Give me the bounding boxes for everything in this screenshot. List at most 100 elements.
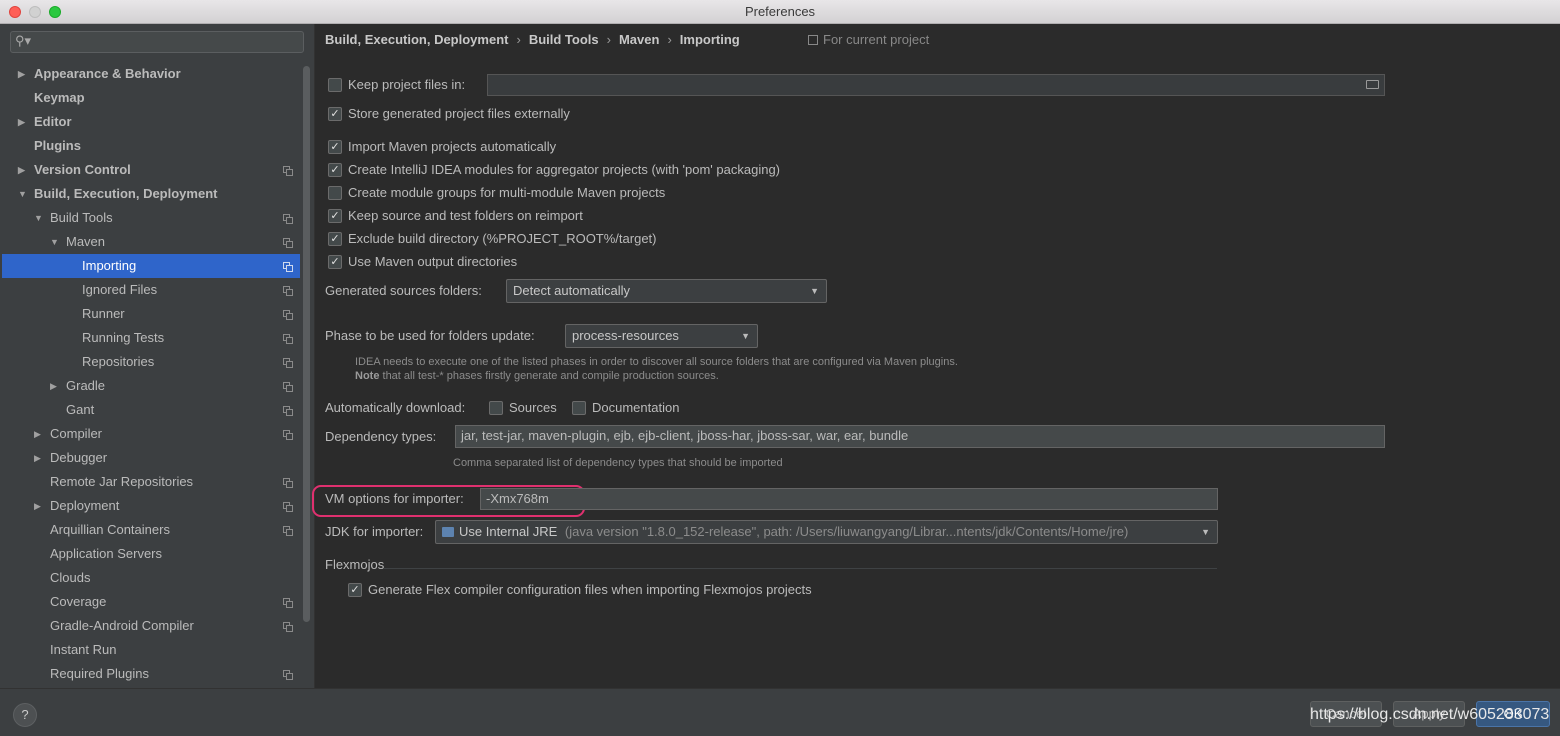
watermark-text: https://blog.csdn.net/w605283073 bbox=[1310, 706, 1550, 723]
project-scope-icon bbox=[283, 310, 293, 320]
exclude-build-dir-checkbox[interactable]: ✓ bbox=[328, 232, 342, 246]
sidebar-item[interactable]: ▼ Maven bbox=[0, 230, 300, 254]
collapse-arrow-icon[interactable]: ▶ bbox=[18, 62, 25, 86]
collapse-arrow-icon[interactable]: ▶ bbox=[34, 494, 41, 518]
chevron-down-icon: ▼ bbox=[810, 286, 819, 296]
vm-options-field[interactable]: -Xmx768m bbox=[480, 488, 1218, 510]
project-scope-icon bbox=[283, 166, 293, 176]
settings-search-input[interactable]: ⚲▾ bbox=[10, 31, 304, 53]
settings-tree: ▶ Appearance & Behavior Keymap ▶ Editor Plugi… bbox=[0, 62, 300, 686]
keep-project-files-checkbox[interactable] bbox=[328, 78, 342, 92]
vm-options-label: VM options for importer: bbox=[325, 491, 464, 506]
section-divider bbox=[383, 568, 1217, 569]
collapse-arrow-icon[interactable]: ▶ bbox=[34, 446, 41, 470]
sidebar-item[interactable]: Gant bbox=[0, 398, 300, 422]
folder-icon[interactable] bbox=[1366, 80, 1379, 89]
sidebar-item-label: Deployment bbox=[50, 498, 120, 513]
sidebar-item[interactable]: ▶ Gradle bbox=[0, 374, 300, 398]
sidebar-item[interactable]: Instant Run bbox=[0, 638, 300, 662]
sidebar-item[interactable]: Clouds bbox=[0, 566, 300, 590]
sidebar-item[interactable]: Gradle-Android Compiler bbox=[0, 614, 300, 638]
sidebar-item[interactable]: ▶ Editor bbox=[0, 110, 300, 134]
download-sources-checkbox[interactable] bbox=[489, 401, 503, 415]
help-button[interactable]: ? bbox=[13, 703, 37, 727]
sidebar-item[interactable]: ▼ Build, Execution, Deployment bbox=[0, 182, 300, 206]
collapse-arrow-icon[interactable]: ▶ bbox=[50, 374, 57, 398]
sidebar-item[interactable]: Application Servers bbox=[0, 542, 300, 566]
sidebar-item-label: Appearance & Behavior bbox=[34, 66, 181, 81]
minimize-window-button[interactable] bbox=[29, 6, 41, 18]
keep-source-folders-checkbox[interactable]: ✓ bbox=[328, 209, 342, 223]
project-scope-icon bbox=[283, 622, 293, 632]
generate-flex-config-checkbox[interactable]: ✓ bbox=[348, 583, 362, 597]
sidebar-item[interactable]: Repositories bbox=[0, 350, 300, 374]
collapse-arrow-icon[interactable]: ▶ bbox=[18, 110, 25, 134]
breadcrumb-item: Build, Execution, Deployment bbox=[325, 32, 509, 47]
chevron-right-icon: › bbox=[667, 32, 672, 47]
import-automatically-checkbox[interactable]: ✓ bbox=[328, 140, 342, 154]
generated-sources-dropdown[interactable]: Detect automatically ▼ bbox=[506, 279, 827, 303]
sidebar-item[interactable]: Remote Jar Repositories bbox=[0, 470, 300, 494]
keep-project-files-path-field[interactable] bbox=[487, 74, 1385, 96]
project-scope-icon bbox=[283, 286, 293, 296]
sidebar-scrollbar[interactable] bbox=[303, 66, 310, 622]
sidebar-item[interactable]: ▼ Build Tools bbox=[0, 206, 300, 230]
project-scope-icon bbox=[283, 406, 293, 416]
sidebar-item[interactable]: ▶ Compiler bbox=[0, 422, 300, 446]
download-documentation-checkbox[interactable] bbox=[572, 401, 586, 415]
sidebar-item-label: Build, Execution, Deployment bbox=[34, 186, 218, 201]
sidebar-item-label: Required Plugins bbox=[50, 666, 150, 681]
sidebar-item[interactable]: Ignored Files bbox=[0, 278, 300, 302]
sidebar-item-label: Ignored Files bbox=[82, 282, 158, 297]
sidebar-item-label: Build Tools bbox=[50, 210, 113, 225]
sidebar-item[interactable]: Coverage bbox=[0, 590, 300, 614]
expand-arrow-icon[interactable]: ▼ bbox=[50, 230, 59, 254]
expand-arrow-icon[interactable]: ▼ bbox=[18, 182, 27, 206]
keep-source-folders-label: Keep source and test folders on reimport bbox=[348, 208, 583, 223]
breadcrumb: Build, Execution, Deployment › Build Tools… bbox=[325, 32, 740, 47]
collapse-arrow-icon[interactable]: ▶ bbox=[34, 422, 41, 446]
dependency-types-field[interactable]: jar, test-jar, maven-plugin, ejb, ejb-cl… bbox=[455, 425, 1385, 448]
phase-dropdown[interactable]: process-resources ▼ bbox=[565, 324, 758, 348]
sidebar-item[interactable]: Running Tests bbox=[0, 326, 300, 350]
create-modules-label: Create IntelliJ IDEA modules for aggrega… bbox=[348, 162, 781, 177]
chevron-right-icon: › bbox=[516, 32, 521, 47]
use-output-dirs-label: Use Maven output directories bbox=[348, 254, 518, 269]
sidebar-item[interactable]: ▶ Appearance & Behavior bbox=[0, 62, 300, 86]
close-window-button[interactable] bbox=[9, 6, 21, 18]
store-generated-checkbox[interactable]: ✓ bbox=[328, 107, 342, 121]
phase-note: Note that all test-* phases firstly gene… bbox=[355, 370, 719, 382]
dialog-footer: ? Cancel Apply OK https://blog.csdn.net/… bbox=[0, 688, 1560, 736]
sidebar-item[interactable]: Importing bbox=[2, 254, 300, 278]
jdk-label: JDK for importer: bbox=[325, 524, 424, 539]
sidebar-item[interactable]: Required Plugins bbox=[0, 662, 300, 686]
zoom-window-button[interactable] bbox=[49, 6, 61, 18]
project-scope-icon bbox=[283, 334, 293, 344]
use-output-dirs-checkbox[interactable]: ✓ bbox=[328, 255, 342, 269]
expand-arrow-icon[interactable]: ▼ bbox=[34, 206, 43, 230]
sidebar-item-label: Application Servers bbox=[50, 546, 162, 561]
sidebar-item-label: Coverage bbox=[50, 594, 107, 609]
sidebar-item-label: Keymap bbox=[34, 90, 85, 105]
settings-panel: Build, Execution, Deployment › Build Tools… bbox=[312, 24, 1560, 688]
create-module-groups-checkbox[interactable] bbox=[328, 186, 342, 200]
jdk-dropdown[interactable]: Use Internal JRE (java version "1.8.0_15… bbox=[435, 520, 1218, 544]
download-sources-label: Sources bbox=[509, 400, 557, 415]
sidebar-item-label: Maven bbox=[66, 234, 106, 249]
chevron-down-icon: ▼ bbox=[741, 331, 750, 341]
store-generated-label: Store generated project files externally bbox=[348, 106, 570, 121]
sidebar-item[interactable]: ▶ Debugger bbox=[0, 446, 300, 470]
create-modules-checkbox[interactable]: ✓ bbox=[328, 163, 342, 177]
sidebar-item[interactable]: Runner bbox=[0, 302, 300, 326]
collapse-arrow-icon[interactable]: ▶ bbox=[18, 158, 25, 182]
sidebar-item[interactable]: Keymap bbox=[0, 86, 300, 110]
sidebar-item-label: Instant Run bbox=[50, 642, 117, 657]
sidebar-item[interactable]: ▶ Version Control bbox=[0, 158, 300, 182]
title-bar: Preferences bbox=[0, 0, 1560, 24]
sidebar-item[interactable]: ▶ Deployment bbox=[0, 494, 300, 518]
sidebar-item-label: Gant bbox=[66, 402, 95, 417]
sidebar-item[interactable]: Arquillian Containers bbox=[0, 518, 300, 542]
sidebar-item-label: Arquillian Containers bbox=[50, 522, 170, 537]
sidebar-item-label: Gradle-Android Compiler bbox=[50, 618, 194, 633]
sidebar-item[interactable]: Plugins bbox=[0, 134, 300, 158]
